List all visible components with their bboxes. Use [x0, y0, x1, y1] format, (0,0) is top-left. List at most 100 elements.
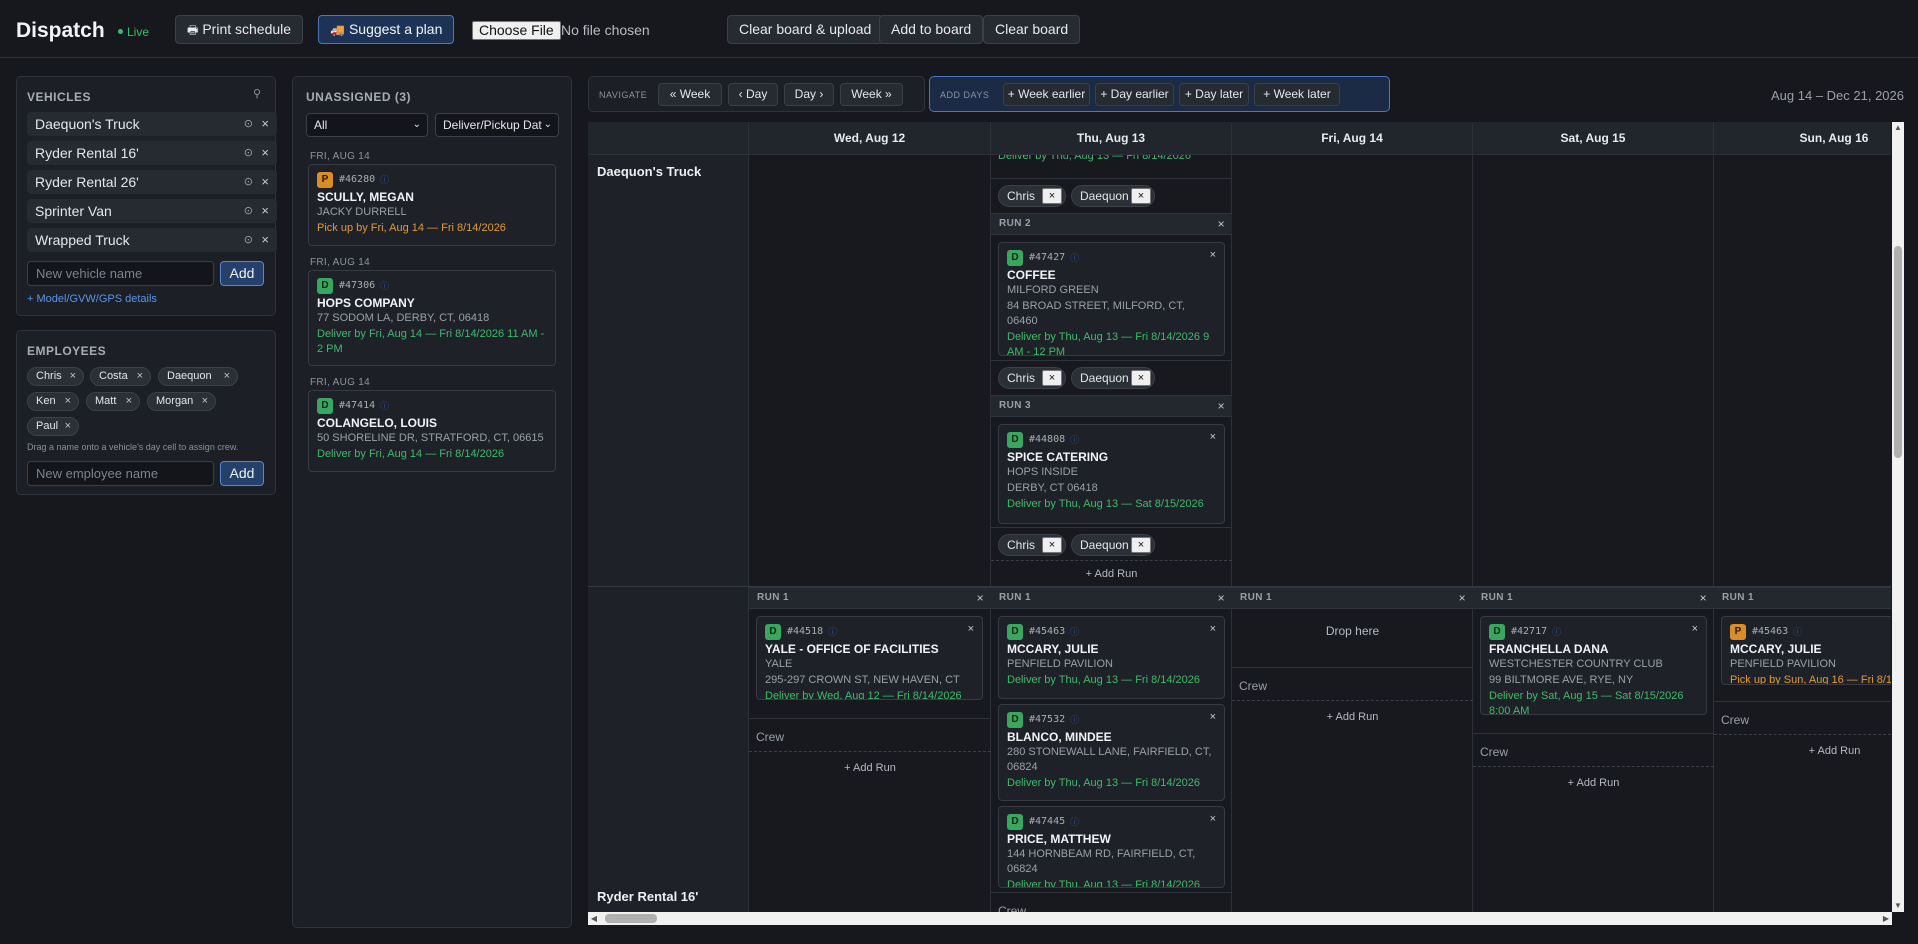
order-card[interactable]: D #47445 ⓘ × PRICE, MATTHEW 144 HORNBEAM RD…	[998, 806, 1225, 888]
info-icon[interactable]: ⓘ	[1070, 435, 1079, 445]
remove-employee-icon[interactable]: ×	[126, 393, 132, 410]
add-run-button[interactable]: + Add Run	[1232, 711, 1473, 723]
vehicle-row[interactable]: Daequon's Truck ⊙ ×	[27, 112, 277, 136]
remove-employee-icon[interactable]: ×	[137, 368, 143, 385]
vehicle-row[interactable]: Ryder Rental 16' ⊙ ×	[27, 141, 277, 165]
employee-chip[interactable]: Paul ×	[27, 417, 79, 436]
remove-employee-icon[interactable]: ×	[202, 393, 208, 410]
week-forward-button[interactable]: Week »	[840, 83, 903, 106]
remove-crew-button[interactable]: ×	[1131, 537, 1151, 553]
order-card[interactable]: D #47427 ⓘ × COFFEE MILFORD GREEN 84 BROAD …	[998, 242, 1225, 356]
order-card[interactable]: D #44808 ⓘ × SPICE CATERING HOPS INSIDE DER…	[998, 424, 1225, 524]
crew-row[interactable]: Crew	[1473, 733, 1714, 767]
remove-employee-icon[interactable]: ×	[70, 368, 76, 385]
crew-chip[interactable]: Daequon ×	[1071, 534, 1155, 556]
add-run-button[interactable]: + Add Run	[991, 568, 1232, 580]
remove-vehicle-icon[interactable]: ×	[261, 112, 269, 136]
close-icon[interactable]: ×	[1210, 249, 1216, 261]
scroll-down-icon[interactable]: ▼	[1892, 900, 1904, 912]
filter-select[interactable]: All ⌄	[306, 113, 428, 137]
clear-board-upload-button[interactable]: Clear board & upload	[727, 15, 884, 44]
week-back-button[interactable]: « Week	[658, 83, 722, 106]
vehicle-details-link[interactable]: + Model/GVW/GPS details	[27, 293, 157, 305]
scroll-up-icon[interactable]: ▲	[1892, 122, 1904, 134]
employee-chip[interactable]: Ken ×	[27, 392, 79, 411]
gps-icon[interactable]: ⊙	[244, 141, 253, 165]
employee-chip[interactable]: Chris ×	[27, 367, 84, 386]
drop-zone[interactable]: Drop here	[1232, 624, 1473, 638]
order-card[interactable]: D #47414 ⓘ COLANGELO, LOUIS 50 SHORELINE D…	[308, 390, 556, 472]
info-icon[interactable]: ⓘ	[380, 401, 389, 411]
new-employee-input[interactable]: New employee name	[27, 461, 214, 486]
close-icon[interactable]: ×	[968, 623, 974, 635]
add-run-button[interactable]: + Add Run	[1714, 745, 1891, 757]
order-card[interactable]: P #45463 ⓘ MCCARY, JULIE PENFIELD PAVILION…	[1721, 616, 1891, 685]
gps-icon[interactable]: ⊙	[244, 199, 253, 223]
remove-vehicle-icon[interactable]: ×	[261, 228, 269, 252]
close-icon[interactable]: ×	[1210, 711, 1216, 723]
info-icon[interactable]: ⓘ	[380, 175, 389, 185]
crew-row[interactable]: Chris × Daequon ×	[991, 178, 1232, 212]
week-earlier-button[interactable]: + Week earlier	[1003, 83, 1090, 106]
crew-chip[interactable]: Daequon ×	[1071, 367, 1155, 389]
crew-chip[interactable]: Chris ×	[998, 534, 1066, 556]
remove-crew-button[interactable]: ×	[1042, 370, 1062, 386]
pin-icon[interactable]: ⚲	[253, 87, 261, 100]
info-icon[interactable]: ⓘ	[828, 627, 837, 637]
remove-employee-icon[interactable]: ×	[65, 418, 71, 435]
remove-employee-icon[interactable]: ×	[65, 393, 71, 410]
remove-run-icon[interactable]: ×	[1218, 396, 1225, 416]
sort-select[interactable]: Deliver/Pickup Date ⌄	[435, 113, 559, 137]
vertical-scrollbar[interactable]: ▲ ▼	[1892, 122, 1904, 912]
remove-employee-icon[interactable]: ×	[224, 368, 230, 385]
remove-vehicle-icon[interactable]: ×	[261, 170, 269, 194]
remove-vehicle-icon[interactable]: ×	[261, 199, 269, 223]
crew-row[interactable]: Crew	[1232, 667, 1473, 701]
remove-run-icon[interactable]: ×	[1218, 214, 1225, 234]
crew-row[interactable]: Chris × Daequon ×	[991, 360, 1232, 394]
crew-row[interactable]: Crew	[749, 718, 991, 752]
scroll-right-icon[interactable]: ▶	[1880, 912, 1892, 925]
remove-vehicle-icon[interactable]: ×	[261, 141, 269, 165]
employee-chip[interactable]: Daequon ×	[158, 367, 238, 386]
order-card[interactable]: D #47532 ⓘ × BLANCO, MINDEE 280 STONEWALL L…	[998, 704, 1225, 801]
info-icon[interactable]: ⓘ	[1552, 627, 1561, 637]
scroll-thumb[interactable]	[605, 914, 657, 923]
info-icon[interactable]: ⓘ	[380, 281, 389, 291]
week-later-button[interactable]: + Week later	[1254, 83, 1340, 106]
close-icon[interactable]: ×	[1210, 813, 1216, 825]
crew-row[interactable]: Crew	[1714, 701, 1891, 735]
add-employee-button[interactable]: Add	[220, 461, 264, 486]
info-icon[interactable]: ⓘ	[1070, 627, 1079, 637]
order-card[interactable]: D #47306 ⓘ HOPS COMPANY 77 SODOM LA, DERBY…	[308, 270, 556, 366]
day-back-button[interactable]: ‹ Day	[728, 83, 778, 106]
add-run-button[interactable]: + Add Run	[749, 762, 991, 774]
remove-run-icon[interactable]: ×	[1218, 588, 1225, 608]
crew-row[interactable]: Chris × Daequon ×	[991, 527, 1232, 561]
info-icon[interactable]: ⓘ	[1070, 817, 1079, 827]
remove-run-icon[interactable]: ×	[977, 588, 984, 608]
crew-row[interactable]: Crew	[991, 892, 1232, 912]
remove-crew-button[interactable]: ×	[1131, 188, 1151, 204]
choose-file-button[interactable]: Choose File	[472, 21, 561, 40]
info-icon[interactable]: ⓘ	[1070, 715, 1079, 725]
vehicle-row[interactable]: Sprinter Van ⊙ ×	[27, 199, 277, 223]
crew-chip[interactable]: Chris ×	[998, 185, 1066, 207]
remove-crew-button[interactable]: ×	[1042, 537, 1062, 553]
vehicle-row[interactable]: Wrapped Truck ⊙ ×	[27, 228, 277, 252]
info-icon[interactable]: ⓘ	[1793, 627, 1802, 637]
day-cell[interactable]	[749, 155, 991, 912]
remove-crew-button[interactable]: ×	[1042, 188, 1062, 204]
close-icon[interactable]: ×	[1210, 623, 1216, 635]
crew-chip[interactable]: Chris ×	[998, 367, 1066, 389]
new-vehicle-input[interactable]: New vehicle name	[27, 261, 214, 286]
day-later-button[interactable]: + Day later	[1179, 83, 1249, 106]
add-to-board-button[interactable]: Add to board	[879, 15, 984, 44]
gps-icon[interactable]: ⊙	[244, 112, 253, 136]
add-run-button[interactable]: + Add Run	[1473, 777, 1714, 789]
horizontal-scrollbar[interactable]: ◀ ▶	[588, 912, 1892, 925]
gps-icon[interactable]: ⊙	[244, 228, 253, 252]
info-icon[interactable]: ⓘ	[1070, 253, 1079, 263]
close-icon[interactable]: ×	[1692, 623, 1698, 635]
day-cell[interactable]	[1473, 155, 1714, 912]
